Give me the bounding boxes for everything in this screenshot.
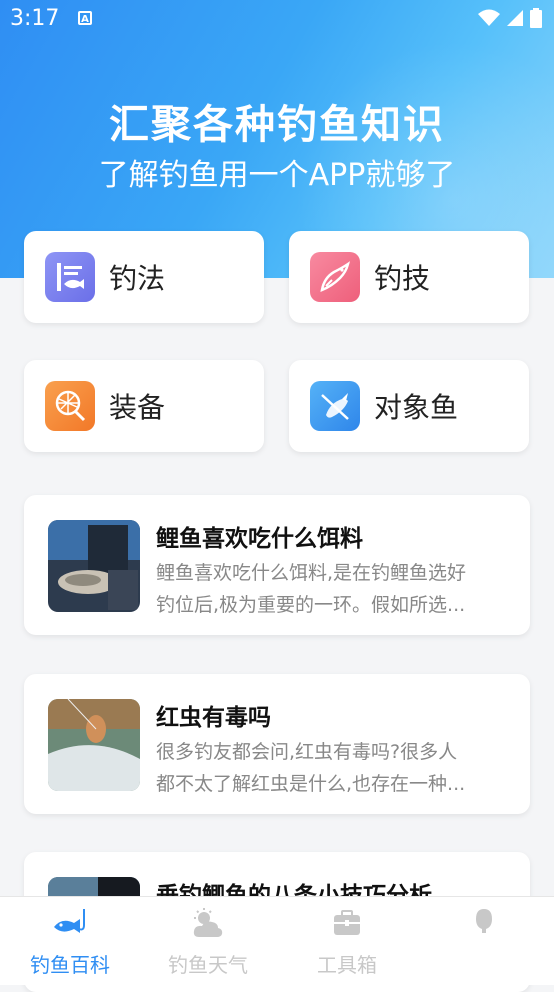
tab-label: 钓鱼百科 [30, 953, 110, 977]
tab-toolbox[interactable]: 工具箱 [277, 897, 417, 985]
tab-fishing-encyclopedia[interactable]: 钓鱼百科 [0, 897, 140, 985]
tab-label: 钓鱼天气 [168, 953, 248, 977]
toolbox-icon [331, 907, 363, 943]
category-fishing-skill[interactable]: 钓技 [289, 231, 529, 323]
category-label: 钓法 [109, 262, 166, 295]
weather-icon [191, 907, 225, 945]
article-description: 很多钓友都会问,红虫有毒吗?很多人 都不太了解红虫是什么,也存在一种... [156, 736, 506, 800]
fishing-net-icon [45, 381, 95, 431]
article-description: 鲤鱼喜欢吃什么饵料,是在钓鲤鱼选好 钓位后,极为重要的一环。假如所选... [156, 557, 506, 621]
article-desc-line: 都不太了解红虫是什么,也存在一种... [156, 773, 466, 795]
battery-icon [530, 8, 542, 28]
article-desc-line: 很多钓友都会问,红虫有毒吗?很多人 [156, 741, 458, 763]
category-fishing-method[interactable]: 钓法 [24, 231, 264, 323]
article-desc-line: 钓位后,极为重要的一环。假如所选... [156, 594, 466, 616]
status-bar: 3:17 A [0, 0, 554, 38]
status-icons [478, 8, 542, 28]
fishing-skill-icon [310, 252, 360, 302]
category-equipment[interactable]: 装备 [24, 360, 264, 452]
profile-icon [470, 907, 498, 941]
tab-profile[interactable] [414, 897, 554, 985]
target-fish-icon [310, 381, 360, 431]
hero-subtitle: 了解钓鱼用一个APP就够了 [98, 158, 456, 193]
category-label: 装备 [109, 391, 166, 424]
wifi-icon [478, 9, 500, 26]
status-time: 3:17 [10, 6, 60, 31]
article-title: 鲤鱼喜欢吃什么饵料 [156, 526, 363, 552]
article-thumbnail [48, 699, 140, 791]
article-desc-line: 鲤鱼喜欢吃什么饵料,是在钓鲤鱼选好 [156, 562, 467, 584]
article-card[interactable]: 红虫有毒吗 很多钓友都会问,红虫有毒吗?很多人 都不太了解红虫是什么,也存在一种… [24, 674, 530, 814]
tab-label: 工具箱 [317, 953, 377, 977]
article-card[interactable]: 鲤鱼喜欢吃什么饵料 鲤鱼喜欢吃什么饵料,是在钓鲤鱼选好 钓位后,极为重要的一环。… [24, 495, 530, 635]
tab-fishing-weather[interactable]: 钓鱼天气 [138, 897, 278, 985]
article-title: 红虫有毒吗 [156, 705, 271, 731]
category-label: 钓技 [374, 262, 431, 295]
signal-icon [507, 10, 523, 26]
fish-hook-icon [52, 907, 88, 945]
fishing-method-icon [45, 252, 95, 302]
notification-badge-icon: A [78, 11, 92, 25]
category-target-fish[interactable]: 对象鱼 [289, 360, 529, 452]
bottom-tab-bar: 钓鱼百科 钓鱼天气 工具箱 [0, 896, 554, 985]
category-label: 对象鱼 [374, 391, 459, 424]
hero-title: 汇聚各种钓鱼知识 [109, 102, 445, 148]
article-thumbnail [48, 520, 140, 612]
